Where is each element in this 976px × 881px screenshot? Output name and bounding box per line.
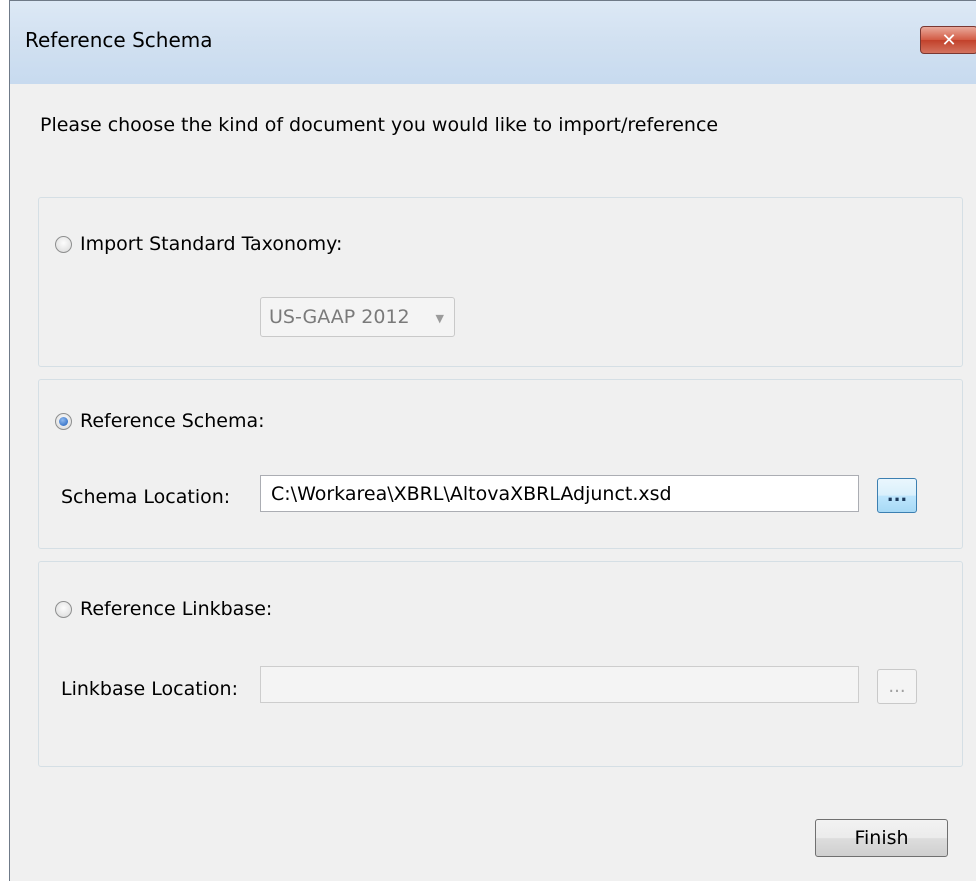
import-taxonomy-group: Import Standard Taxonomy: US-GAAP 2012 ▼ (38, 197, 963, 367)
close-icon: ✕ (941, 29, 957, 51)
reference-schema-radio[interactable] (55, 412, 72, 430)
reference-linkbase-group: Reference Linkbase: Linkbase Location: .… (38, 561, 963, 767)
schema-location-input[interactable]: C:\Workarea\XBRL\AltovaXBRLAdjunct.xsd (260, 475, 859, 512)
linkbase-location-label: Linkbase Location: (61, 678, 239, 700)
ellipsis-icon: ... (888, 676, 906, 697)
linkbase-location-input[interactable] (260, 666, 859, 703)
taxonomy-select[interactable]: US-GAAP 2012 ▼ (260, 297, 455, 337)
schema-location-value: C:\Workarea\XBRL\AltovaXBRLAdjunct.xsd (271, 482, 672, 505)
reference-linkbase-label: Reference Linkbase: (80, 598, 273, 620)
finish-label: Finish (854, 827, 909, 849)
import-taxonomy-option[interactable]: Import Standard Taxonomy: (55, 233, 342, 255)
schema-location-label: Schema Location: (61, 486, 231, 508)
reference-schema-option[interactable]: Reference Schema: (55, 410, 265, 432)
import-taxonomy-radio[interactable] (55, 235, 72, 253)
reference-schema-group: Reference Schema: Schema Location: C:\Wo… (38, 379, 963, 549)
ellipsis-icon: ... (886, 485, 908, 506)
finish-button[interactable]: Finish (815, 819, 948, 857)
schema-browse-button[interactable]: ... (877, 478, 917, 513)
instruction-text: Please choose the kind of document you w… (40, 114, 719, 136)
reference-linkbase-option[interactable]: Reference Linkbase: (55, 598, 272, 620)
taxonomy-select-value: US-GAAP 2012 (269, 306, 410, 328)
title-bar: Reference Schema ✕ (10, 1, 976, 85)
close-button[interactable]: ✕ (920, 26, 976, 54)
reference-linkbase-radio[interactable] (55, 600, 72, 618)
import-taxonomy-label: Import Standard Taxonomy: (80, 233, 343, 255)
dialog-title: Reference Schema (25, 28, 213, 52)
reference-schema-label: Reference Schema: (80, 410, 265, 432)
linkbase-browse-button[interactable]: ... (877, 669, 917, 704)
chevron-down-icon: ▼ (435, 312, 444, 325)
